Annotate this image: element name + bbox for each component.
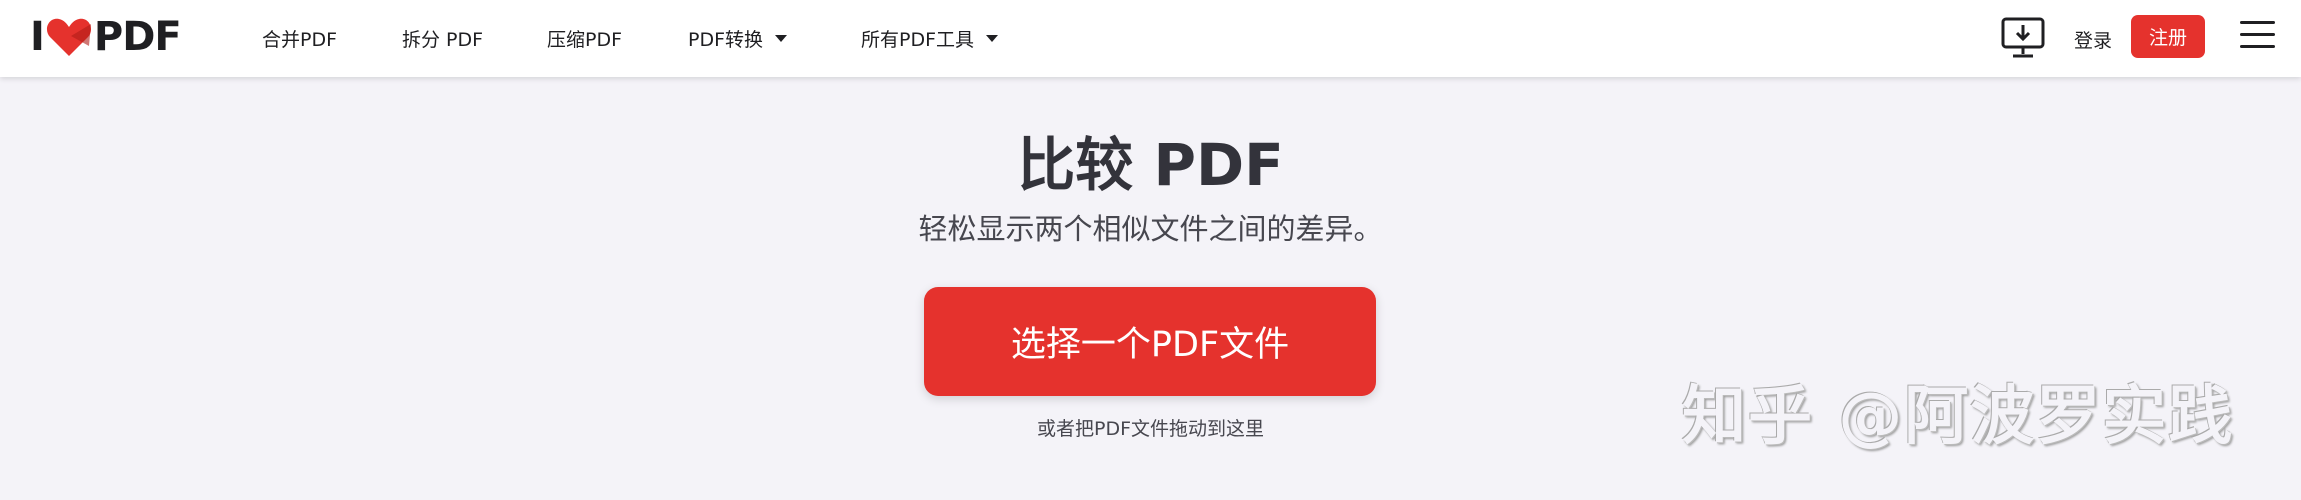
nav-convert-pdf-dropdown[interactable]: PDF转换 [688,25,788,52]
nav-label: PDF转换 [688,29,764,51]
heart-icon [46,18,91,56]
watermark: 知乎 @阿波罗实践 [1682,380,2235,454]
nav-merge-pdf[interactable]: 合并PDF [262,25,337,52]
nav-label: 拆分 PDF [402,29,484,51]
caret-down-icon [775,35,788,42]
select-pdf-button[interactable]: 选择一个PDF文件 [924,287,1376,396]
ilovepdf-logo[interactable]: I PDF [30,12,182,62]
top-header: I PDF 合并PDF 拆分 PDF 压缩PDF PDF转换 所有PDF工具 登… [0,0,2301,77]
nav-compress-pdf[interactable]: 压缩PDF [547,25,622,52]
nav-label: 压缩PDF [547,29,623,51]
nav-label: 合并PDF [262,29,338,51]
signup-button[interactable]: 注册 [2131,15,2205,58]
logo-text-right: PDF [93,14,182,60]
hamburger-menu-icon[interactable] [2240,21,2275,51]
logo-text-left: I [30,14,45,60]
nav-split-pdf[interactable]: 拆分 PDF [402,25,483,52]
nav-all-tools-dropdown[interactable]: 所有PDF工具 [861,25,999,52]
caret-down-icon [986,35,999,42]
menu-line [2240,21,2275,24]
page-subtitle: 轻松显示两个相似文件之间的差异。 [918,212,1383,246]
menu-line [2240,45,2275,48]
menu-line [2240,33,2275,36]
login-link[interactable]: 登录 [2074,26,2112,53]
page-title: 比较 PDF [1017,131,1284,199]
desktop-download-icon[interactable] [2000,17,2046,59]
nav-label: 所有PDF工具 [861,29,975,51]
